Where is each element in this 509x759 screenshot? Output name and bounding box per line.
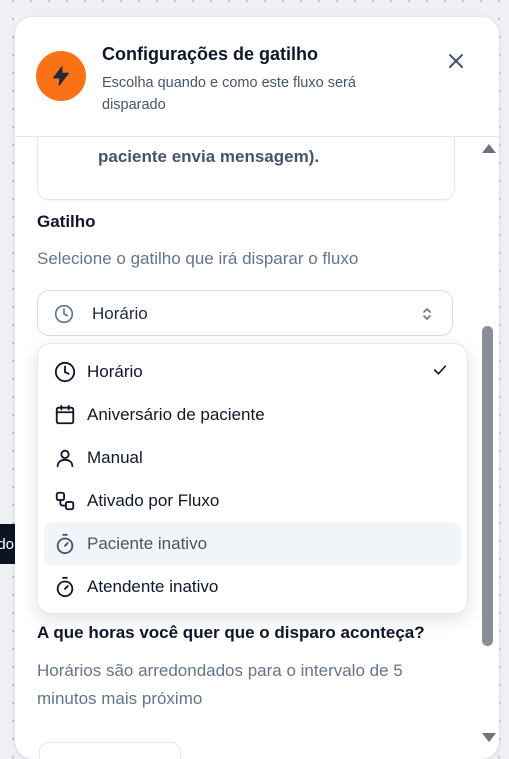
timer-icon xyxy=(56,576,74,598)
panel-title: Configurações de gatilho xyxy=(102,44,319,64)
option-aniversario[interactable]: Aniversário de paciente xyxy=(44,393,461,436)
workflow-icon xyxy=(55,491,75,511)
option-manual[interactable]: Manual xyxy=(44,436,461,479)
option-atendente-inativo[interactable]: Atendente inativo xyxy=(44,565,461,608)
trigger-description: Selecione o gatilho que irá disparar o f… xyxy=(37,249,359,268)
check-icon xyxy=(433,365,447,375)
user-icon xyxy=(56,449,74,468)
trigger-select[interactable]: Horário xyxy=(37,290,453,336)
option-ativado-por-fluxo[interactable]: Ativado por Fluxo xyxy=(44,479,461,522)
schedule-question: A que horas você quer que o disparo acon… xyxy=(37,623,425,642)
trigger-label: Gatilho xyxy=(37,212,96,231)
close-icon xyxy=(449,54,463,68)
clock-icon xyxy=(54,361,76,383)
scrollbar-thumb[interactable] xyxy=(482,326,493,646)
option-horario[interactable]: Horário xyxy=(44,350,461,393)
option-label: Paciente inativo xyxy=(87,533,208,553)
option-label: Manual xyxy=(87,447,143,467)
option-label: Horário xyxy=(87,361,143,381)
scroll-down-icon[interactable] xyxy=(481,732,497,744)
scroll-up-icon[interactable] xyxy=(481,142,497,154)
bolt-icon xyxy=(53,66,69,86)
panel-subtitle: Escolha quando e como este fluxo será di… xyxy=(102,75,356,113)
trigger-dropdown-menu: Horário Aniversário de paciente Manual A… xyxy=(37,343,468,614)
close-button[interactable] xyxy=(443,48,469,74)
tooltip-text: do xyxy=(0,535,14,553)
panel-header: Configurações de gatilho Escolha quando … xyxy=(15,17,499,137)
trigger-select-value: Horário xyxy=(92,304,148,323)
calendar-icon xyxy=(55,404,75,425)
panel-scrollbar[interactable] xyxy=(479,136,499,759)
option-label: Atendente inativo xyxy=(87,576,219,596)
option-label: Aniversário de paciente xyxy=(87,404,265,424)
trigger-badge xyxy=(36,51,86,101)
info-card-text: paciente envia mensagem). xyxy=(98,147,320,166)
chevron-up-down-icon xyxy=(423,308,431,320)
clock-icon xyxy=(54,304,74,324)
option-paciente-inativo[interactable]: Paciente inativo xyxy=(44,522,461,565)
timer-icon xyxy=(56,533,74,555)
time-input[interactable] xyxy=(39,742,181,759)
option-label: Ativado por Fluxo xyxy=(87,490,220,510)
schedule-hint: Horários são arredondados para o interva… xyxy=(37,661,403,708)
